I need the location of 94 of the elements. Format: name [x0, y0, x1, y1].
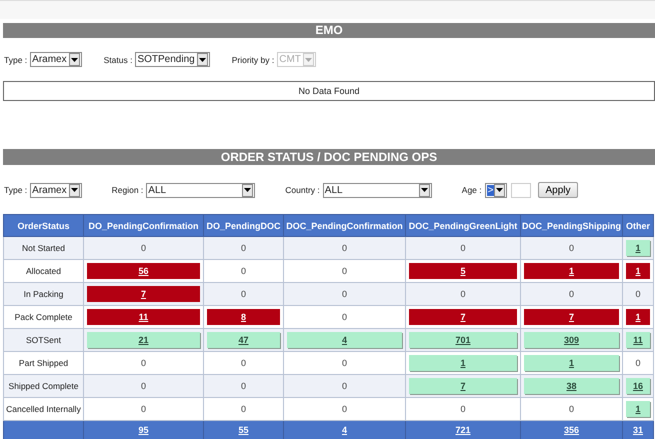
row-label: Part Shipped — [18, 358, 68, 368]
cell-value: 0 — [342, 358, 347, 368]
filter-label: Status : — [104, 54, 132, 64]
cell-value: 0 — [140, 404, 146, 414]
count-link[interactable]: 1 — [524, 263, 619, 279]
total-link[interactable]: 4 — [342, 425, 347, 435]
count-link[interactable]: 1 — [524, 355, 619, 371]
column-header: OrderStatus — [4, 214, 84, 236]
dropdown[interactable]: > — [484, 182, 508, 198]
cell-value: 0 — [460, 289, 466, 299]
filter-label: Region : — [112, 185, 144, 195]
cell-value: 0 — [460, 243, 466, 253]
count-link[interactable]: 56 — [87, 263, 200, 279]
cell-value: 0 — [240, 404, 246, 414]
count-link[interactable]: 4 — [287, 332, 402, 348]
count-link[interactable]: 7 — [409, 309, 517, 325]
total-link[interactable]: 55 — [238, 425, 248, 435]
column-header: DOC_PendingConfirmation — [284, 214, 406, 236]
dropdown[interactable]: Aramex — [30, 52, 82, 67]
count-link[interactable]: 11 — [626, 332, 650, 348]
count-link[interactable]: 16 — [626, 378, 650, 394]
cell-value: 0 — [342, 289, 347, 299]
cell-value: 0 — [342, 266, 347, 276]
count-link[interactable]: 11 — [87, 309, 200, 325]
dropdown[interactable]: ALL — [322, 182, 432, 198]
filter-label: Age : — [462, 185, 482, 195]
dropdown[interactable]: Aramex — [30, 182, 82, 198]
cell-value: 0 — [240, 243, 246, 253]
cell-value: 0 — [342, 381, 347, 391]
message-panel: No Data Found — [3, 81, 655, 101]
row-label: Not Started — [22, 243, 65, 253]
cell-value: 0 — [140, 381, 146, 391]
cell-value: 0 — [568, 404, 574, 414]
caret-icon — [244, 188, 252, 192]
total-link[interactable]: 721 — [455, 425, 471, 435]
cell-value: 0 — [240, 381, 246, 391]
count-link[interactable]: 7 — [87, 286, 200, 302]
count-link[interactable]: 7 — [409, 378, 517, 394]
caret-icon — [70, 58, 78, 62]
row-label: Pack Complete — [14, 312, 72, 322]
cell-value: 0 — [635, 289, 640, 299]
caret-icon — [304, 58, 312, 62]
column-header: Other — [622, 214, 654, 236]
count-link[interactable]: 1 — [626, 263, 650, 279]
dropdown[interactable]: SOTPending — [135, 52, 210, 67]
count-link[interactable]: 701 — [409, 332, 517, 348]
row-label: In Packing — [24, 289, 64, 299]
cell-value: 0 — [460, 404, 466, 414]
cell-value: 0 — [342, 243, 347, 253]
cell-value: 0 — [342, 404, 347, 414]
filter-label: Country : — [285, 185, 320, 195]
cell-value: 0 — [240, 289, 246, 299]
cell-value: 0 — [568, 243, 574, 253]
count-link[interactable]: 7 — [524, 309, 619, 325]
cell-value: 0 — [635, 358, 640, 368]
filter-label: Type : — [4, 185, 28, 195]
count-link[interactable]: 38 — [524, 378, 619, 394]
filter-label: Priority by : — [232, 54, 274, 64]
cell-value: 0 — [342, 312, 347, 322]
filter-label: Type : — [4, 54, 28, 64]
row-label: SOTSent — [26, 335, 61, 345]
input-field[interactable] — [511, 182, 532, 198]
row-label: Allocated — [26, 266, 61, 276]
cell-value: 0 — [140, 243, 146, 253]
count-link[interactable]: 8 — [207, 309, 280, 325]
column-header: DO_PendingDOC — [204, 214, 284, 236]
count-link[interactable]: 1 — [409, 355, 517, 371]
column-header: DO_PendingConfirmation — [84, 214, 204, 236]
total-link[interactable]: 31 — [632, 425, 643, 435]
caret-icon — [496, 188, 504, 192]
count-link[interactable]: 47 — [207, 332, 280, 348]
cell-value: 0 — [568, 289, 574, 299]
caret-icon — [420, 188, 428, 192]
count-link[interactable]: 5 — [409, 263, 517, 279]
count-link[interactable]: 309 — [524, 332, 619, 348]
count-link[interactable]: 1 — [626, 309, 650, 325]
section-header: ORDER STATUS / DOC PENDING OPS — [3, 149, 655, 165]
cell-value: 0 — [140, 358, 146, 368]
caret-icon — [70, 188, 78, 192]
caret-icon — [198, 58, 206, 62]
apply-button[interactable]: Apply — [538, 182, 578, 198]
column-header: DOC_PendingGreenLight — [406, 214, 520, 236]
row-label: Cancelled Internally — [6, 404, 81, 414]
count-link[interactable]: 21 — [87, 332, 200, 348]
section-header: EMO — [3, 23, 655, 38]
cell-value: 0 — [240, 358, 246, 368]
cell-value: 0 — [240, 266, 246, 276]
count-link[interactable]: 1 — [626, 401, 650, 417]
count-link[interactable]: 1 — [626, 240, 650, 256]
row-label: Shipped Complete — [8, 381, 78, 391]
total-link[interactable]: 356 — [564, 425, 580, 435]
column-header: DOC_PendingShipping — [520, 214, 622, 236]
dropdown[interactable]: ALL — [146, 182, 256, 198]
total-link[interactable]: 95 — [138, 425, 148, 435]
